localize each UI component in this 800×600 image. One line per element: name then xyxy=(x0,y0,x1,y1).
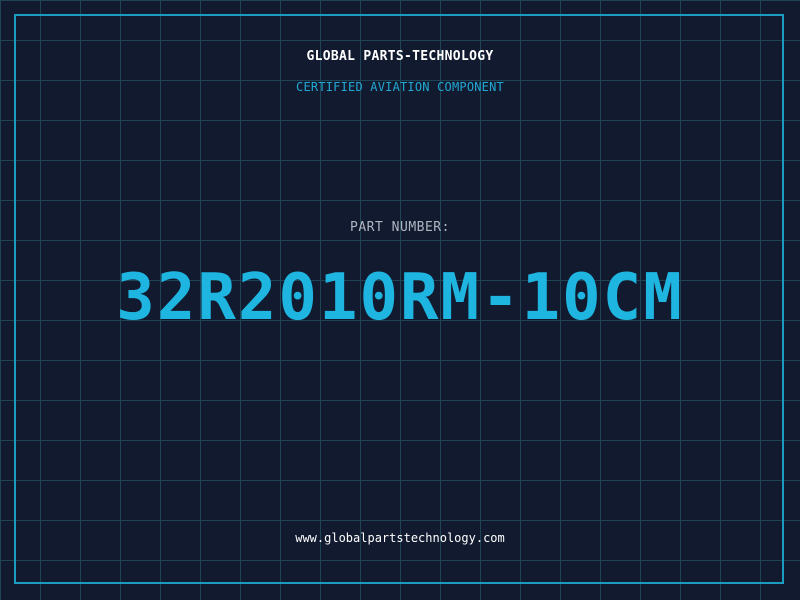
company-name: GLOBAL PARTS-TECHNOLOGY xyxy=(306,49,494,64)
certification-subtitle: CERTIFIED AVIATION COMPONENT xyxy=(296,80,504,94)
website-url: www.globalpartstechnology.com xyxy=(295,531,505,545)
part-number-value: 32R2010RM-10CM xyxy=(116,261,684,335)
part-label-card: GLOBAL PARTS-TECHNOLOGY CERTIFIED AVIATI… xyxy=(0,0,800,600)
part-number-label: PART NUMBER: xyxy=(350,220,450,235)
